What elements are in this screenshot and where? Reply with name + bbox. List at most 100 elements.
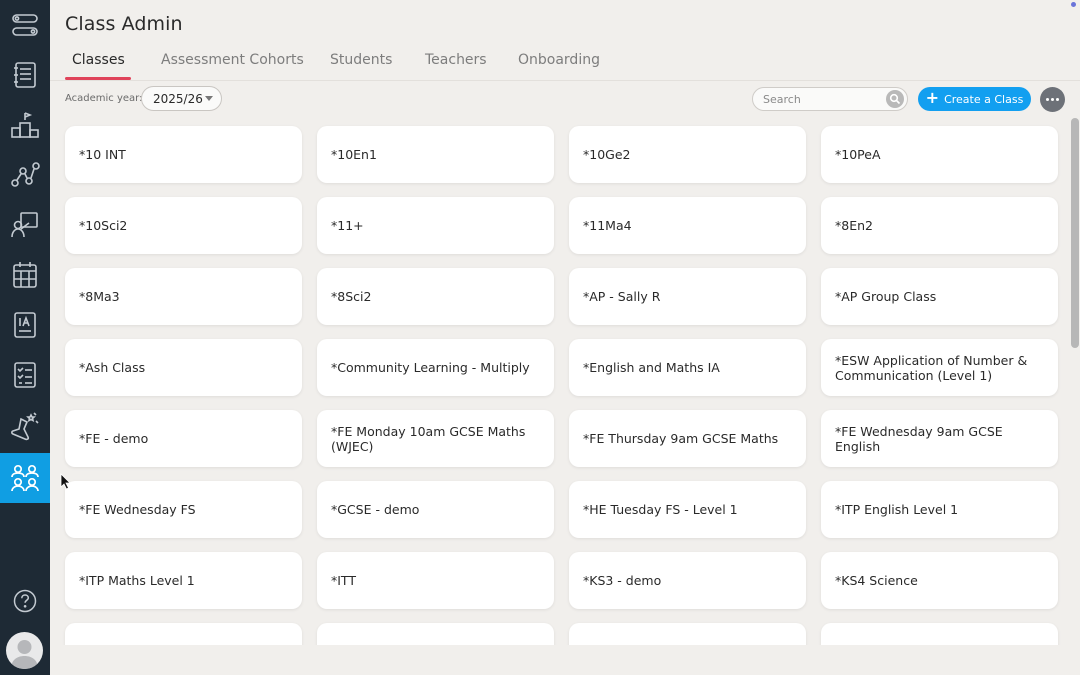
class-card[interactable] (821, 623, 1058, 645)
sidebar-item-podium[interactable] (0, 100, 50, 150)
tab-classes[interactable]: Classes (72, 52, 125, 68)
plus-icon: + (925, 88, 940, 107)
class-card-label: *AP - Sally R (583, 289, 661, 304)
teacher-board-icon (11, 212, 38, 238)
class-card[interactable] (569, 623, 806, 645)
question-icon (13, 589, 37, 613)
class-card[interactable]: *KS4 Science (821, 552, 1058, 609)
checklist-icon (14, 362, 36, 388)
class-card[interactable]: *10PeA (821, 126, 1058, 183)
class-card[interactable]: *GCSE - demo (317, 481, 554, 538)
class-card-label: *FE Wednesday FS (79, 502, 196, 517)
class-card-label: *10 INT (79, 147, 126, 162)
sidebar-item-classes[interactable] (0, 453, 50, 503)
avatar[interactable] (6, 632, 43, 669)
ia-assessment-icon (14, 312, 36, 338)
class-card[interactable]: *10Sci2 (65, 197, 302, 254)
class-card[interactable]: *10 INT (65, 126, 302, 183)
more-options-button[interactable] (1040, 87, 1065, 112)
calendar-icon (13, 262, 37, 288)
user-avatar-icon (11, 640, 38, 669)
sidebar-item-ia[interactable] (0, 300, 50, 350)
sidebar-item-notebook[interactable] (0, 50, 50, 100)
class-card[interactable]: *FE - demo (65, 410, 302, 467)
class-card-label: *GCSE - demo (331, 502, 420, 517)
class-card[interactable]: *8Sci2 (317, 268, 554, 325)
search-icon (889, 93, 901, 105)
class-card[interactable]: *10En1 (317, 126, 554, 183)
tab-students[interactable]: Students (330, 52, 392, 68)
class-card-label: *ITP English Level 1 (835, 502, 959, 517)
class-card[interactable]: *10Ge2 (569, 126, 806, 183)
class-card[interactable]: *ITT (317, 552, 554, 609)
tabs-divider (50, 80, 1080, 81)
science-flask-icon (11, 412, 39, 441)
class-card-label: *FE - demo (79, 431, 149, 446)
chevron-down-icon (205, 96, 213, 101)
create-class-button[interactable]: + Create a Class (918, 87, 1031, 111)
class-card-label: *10Ge2 (583, 147, 631, 162)
class-card[interactable]: *11Ma4 (569, 197, 806, 254)
class-card-label: *11Ma4 (583, 218, 632, 233)
search-input[interactable] (763, 90, 881, 108)
sidebar-item-calendar[interactable] (0, 250, 50, 300)
class-card[interactable]: *FE Wednesday 9am GCSE English (821, 410, 1058, 467)
class-card-label: *Ash Class (79, 360, 146, 375)
sidebar-item-workflow[interactable] (0, 0, 50, 50)
page-bottom (50, 645, 1080, 675)
class-card[interactable]: *FE Wednesday FS (65, 481, 302, 538)
class-card-label: *Community Learning - Multiply (331, 360, 530, 375)
class-card[interactable]: *KS3 - demo (569, 552, 806, 609)
class-card-label: *ITP Maths Level 1 (79, 573, 195, 588)
class-card[interactable] (65, 623, 302, 645)
sidebar (0, 0, 50, 675)
podium-icon (11, 112, 39, 138)
class-card-label: *AP Group Class (835, 289, 937, 304)
class-card[interactable]: *11+ (317, 197, 554, 254)
class-card-label: *FE Monday 10am GCSE Maths (WJEC) (331, 423, 526, 454)
page-title: Class Admin (65, 13, 183, 35)
help-button[interactable] (0, 583, 50, 619)
status-dot (1071, 2, 1076, 7)
class-card[interactable]: *NI Communication and Number (317, 623, 554, 645)
class-card-label: *HE Tuesday FS - Level 1 (583, 502, 738, 517)
tab-assessment-cohorts[interactable]: Assessment Cohorts (161, 52, 304, 68)
more-dots-icon (1046, 98, 1049, 101)
class-card[interactable]: *AP Group Class (821, 268, 1058, 325)
class-card[interactable]: *HE Tuesday FS - Level 1 (569, 481, 806, 538)
tab-onboarding[interactable]: Onboarding (518, 52, 600, 68)
class-card-label: *8Ma3 (79, 289, 120, 304)
academic-year-label: Academic year: (65, 93, 143, 104)
class-card-label: *KS4 Science (835, 573, 918, 588)
sidebar-item-network[interactable] (0, 150, 50, 200)
search-box (752, 87, 908, 111)
class-card[interactable]: *ITP English Level 1 (821, 481, 1058, 538)
sidebar-item-checklist[interactable] (0, 350, 50, 400)
class-card-label: *KS3 - demo (583, 573, 662, 588)
class-card[interactable]: *ITP Maths Level 1 (65, 552, 302, 609)
class-card-label: *FE Wednesday 9am GCSE English (835, 423, 1003, 454)
class-card[interactable]: *ESW Application of Number & Communicati… (821, 339, 1058, 396)
class-card-label: *10PeA (835, 147, 881, 162)
class-card-label: *ITT (331, 573, 356, 588)
search-button[interactable] (886, 90, 904, 108)
class-card[interactable]: *Community Learning - Multiply (317, 339, 554, 396)
class-card[interactable]: *FE Thursday 9am GCSE Maths (569, 410, 806, 467)
scrollbar-thumb[interactable] (1071, 118, 1079, 348)
class-card[interactable]: *FE Monday 10am GCSE Maths (WJEC) (317, 410, 554, 467)
tab-teachers[interactable]: Teachers (425, 52, 487, 68)
class-card[interactable]: *AP - Sally R (569, 268, 806, 325)
classes-people-icon (11, 464, 39, 492)
class-card-label: *10Sci2 (79, 218, 128, 233)
class-card[interactable]: *8Ma3 (65, 268, 302, 325)
sidebar-item-teaching[interactable] (0, 200, 50, 250)
class-card[interactable]: *8En2 (821, 197, 1058, 254)
class-card-label: *11+ (331, 218, 364, 233)
class-card[interactable]: *English and Maths IA (569, 339, 806, 396)
class-card[interactable]: *Ash Class (65, 339, 302, 396)
class-card-label: *8Sci2 (331, 289, 372, 304)
academic-year-select[interactable]: 2025/26 (141, 86, 222, 111)
sidebar-item-science[interactable] (0, 402, 50, 452)
class-card-label: *ESW Application of Number & Communicati… (835, 352, 1028, 383)
mouse-pointer-icon (60, 473, 71, 490)
